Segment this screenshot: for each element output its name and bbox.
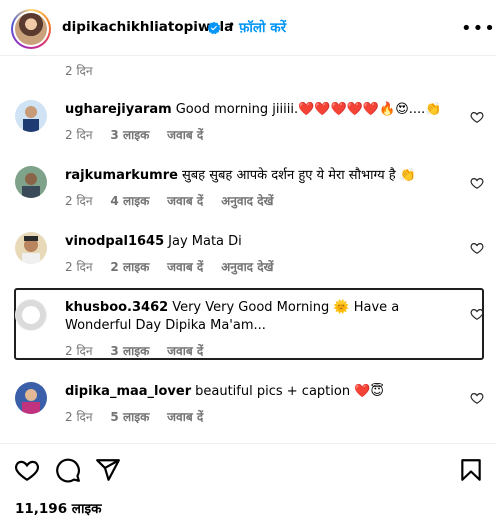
reply-button[interactable]: जवाब दें [167,410,203,424]
comment-meta: 2 दिन 2 लाइक जवाब दें अनुवाद देखें [65,258,287,275]
comment-meta: 2 दिन 4 लाइक जवाब दें अनुवाद देखें [65,192,287,209]
commenter-avatar[interactable] [15,382,47,414]
more-options-icon[interactable]: ••• [461,18,496,39]
comment-time: 2 दिन [65,64,93,78]
comment-username[interactable]: vinodpal1645 [65,234,164,249]
comment-username[interactable]: khusboo.3462 [65,300,168,315]
comment-username[interactable]: rajkumarkumre [65,168,178,183]
comment-likes[interactable]: 5 लाइक [110,410,149,424]
separator-dot: • [228,18,236,32]
reply-button[interactable]: जवाब दें [167,260,203,274]
heart-icon[interactable] [470,176,484,190]
reply-button[interactable]: जवाब दें [167,194,203,208]
comment-time: 2 दिन [65,128,93,142]
comment-likes[interactable]: 4 लाइक [110,194,149,208]
comment-time: 2 दिन [65,344,93,358]
likes-count[interactable]: 11,196 लाइक [15,499,101,517]
commenter-avatar[interactable] [15,232,47,264]
comment-time: 2 दिन [65,260,93,274]
heart-icon[interactable] [470,391,484,405]
see-translation-button[interactable]: अनुवाद देखें [221,260,273,274]
bookmark-icon[interactable] [458,457,484,483]
heart-icon[interactable] [470,110,484,124]
share-icon[interactable] [95,457,121,483]
comment-icon[interactable] [55,457,81,483]
comment-text: Jay Mata Di [168,234,242,249]
reply-button[interactable]: जवाब दें [167,128,203,142]
post-header: dipikachikhliatopiwala • फ़ॉलो करें ••• [0,0,496,56]
commenter-avatar[interactable] [15,100,47,132]
previous-comment-meta: 2 दिन [65,62,107,79]
footer-divider [0,443,496,444]
comment-meta: 2 दिन 5 लाइक जवाब दें [65,408,217,425]
comment-text: Good morning jiiiii.❤️❤️❤️❤️❤️🔥😍....👏 [175,102,442,117]
comment-likes[interactable]: 2 लाइक [110,260,149,274]
comment-username[interactable]: dipika_maa_lover [65,384,191,399]
comment-username[interactable]: ugharejiyaram [65,102,172,117]
comment-likes[interactable]: 3 लाइक [110,344,149,358]
comment-text: सुबह सुबह आपके दर्शन हुए ये मेरा सौभाग्य… [181,168,417,183]
comment-likes[interactable]: 3 लाइक [110,128,149,142]
verified-badge-icon [207,21,221,35]
heart-icon[interactable] [470,241,484,255]
comment-meta: 2 दिन 3 लाइक जवाब दें [65,342,217,359]
heart-icon[interactable] [470,307,484,321]
like-heart-icon[interactable] [14,457,40,483]
commenter-avatar[interactable] [15,166,47,198]
follow-button[interactable]: फ़ॉलो करें [239,18,286,36]
comment-text: beautiful pics + caption ❤️😇 [195,384,384,399]
author-avatar[interactable] [11,9,51,49]
comment-time: 2 दिन [65,194,93,208]
comment-time: 2 दिन [65,410,93,424]
see-translation-button[interactable]: अनुवाद देखें [221,194,273,208]
comment-meta: 2 दिन 3 लाइक जवाब दें [65,126,217,143]
reply-button[interactable]: जवाब दें [167,344,203,358]
commenter-avatar[interactable] [15,299,47,331]
